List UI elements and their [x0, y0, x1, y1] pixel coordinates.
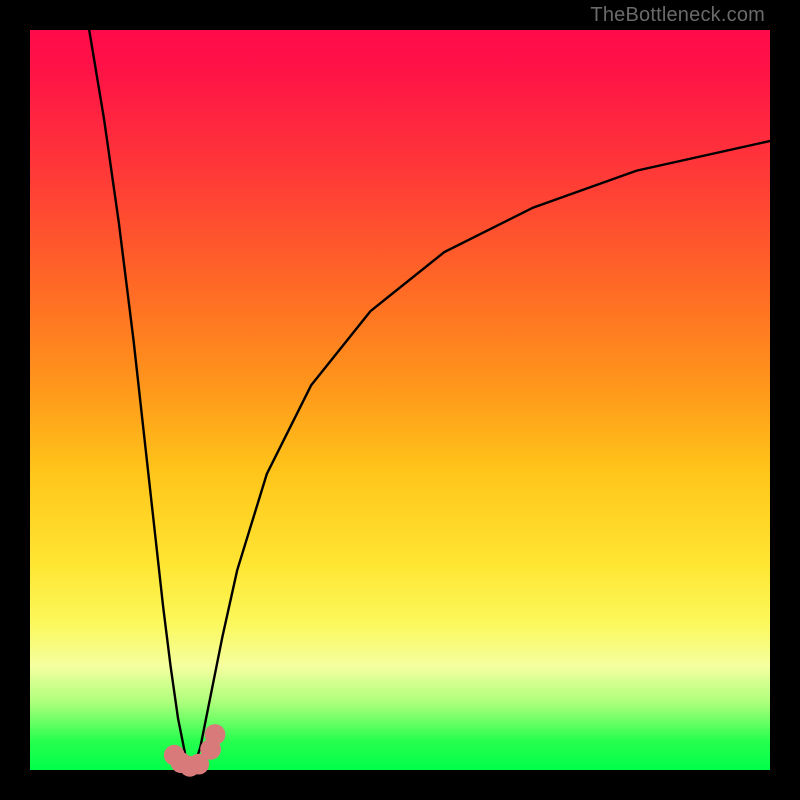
curve-left	[89, 30, 193, 770]
plot-area	[30, 30, 770, 770]
marker-dot	[205, 724, 226, 745]
frame: TheBottleneck.com	[0, 0, 800, 800]
curves-svg	[30, 30, 770, 770]
watermark-text: TheBottleneck.com	[590, 4, 765, 27]
curve-right	[193, 141, 770, 770]
data-markers	[164, 724, 226, 777]
